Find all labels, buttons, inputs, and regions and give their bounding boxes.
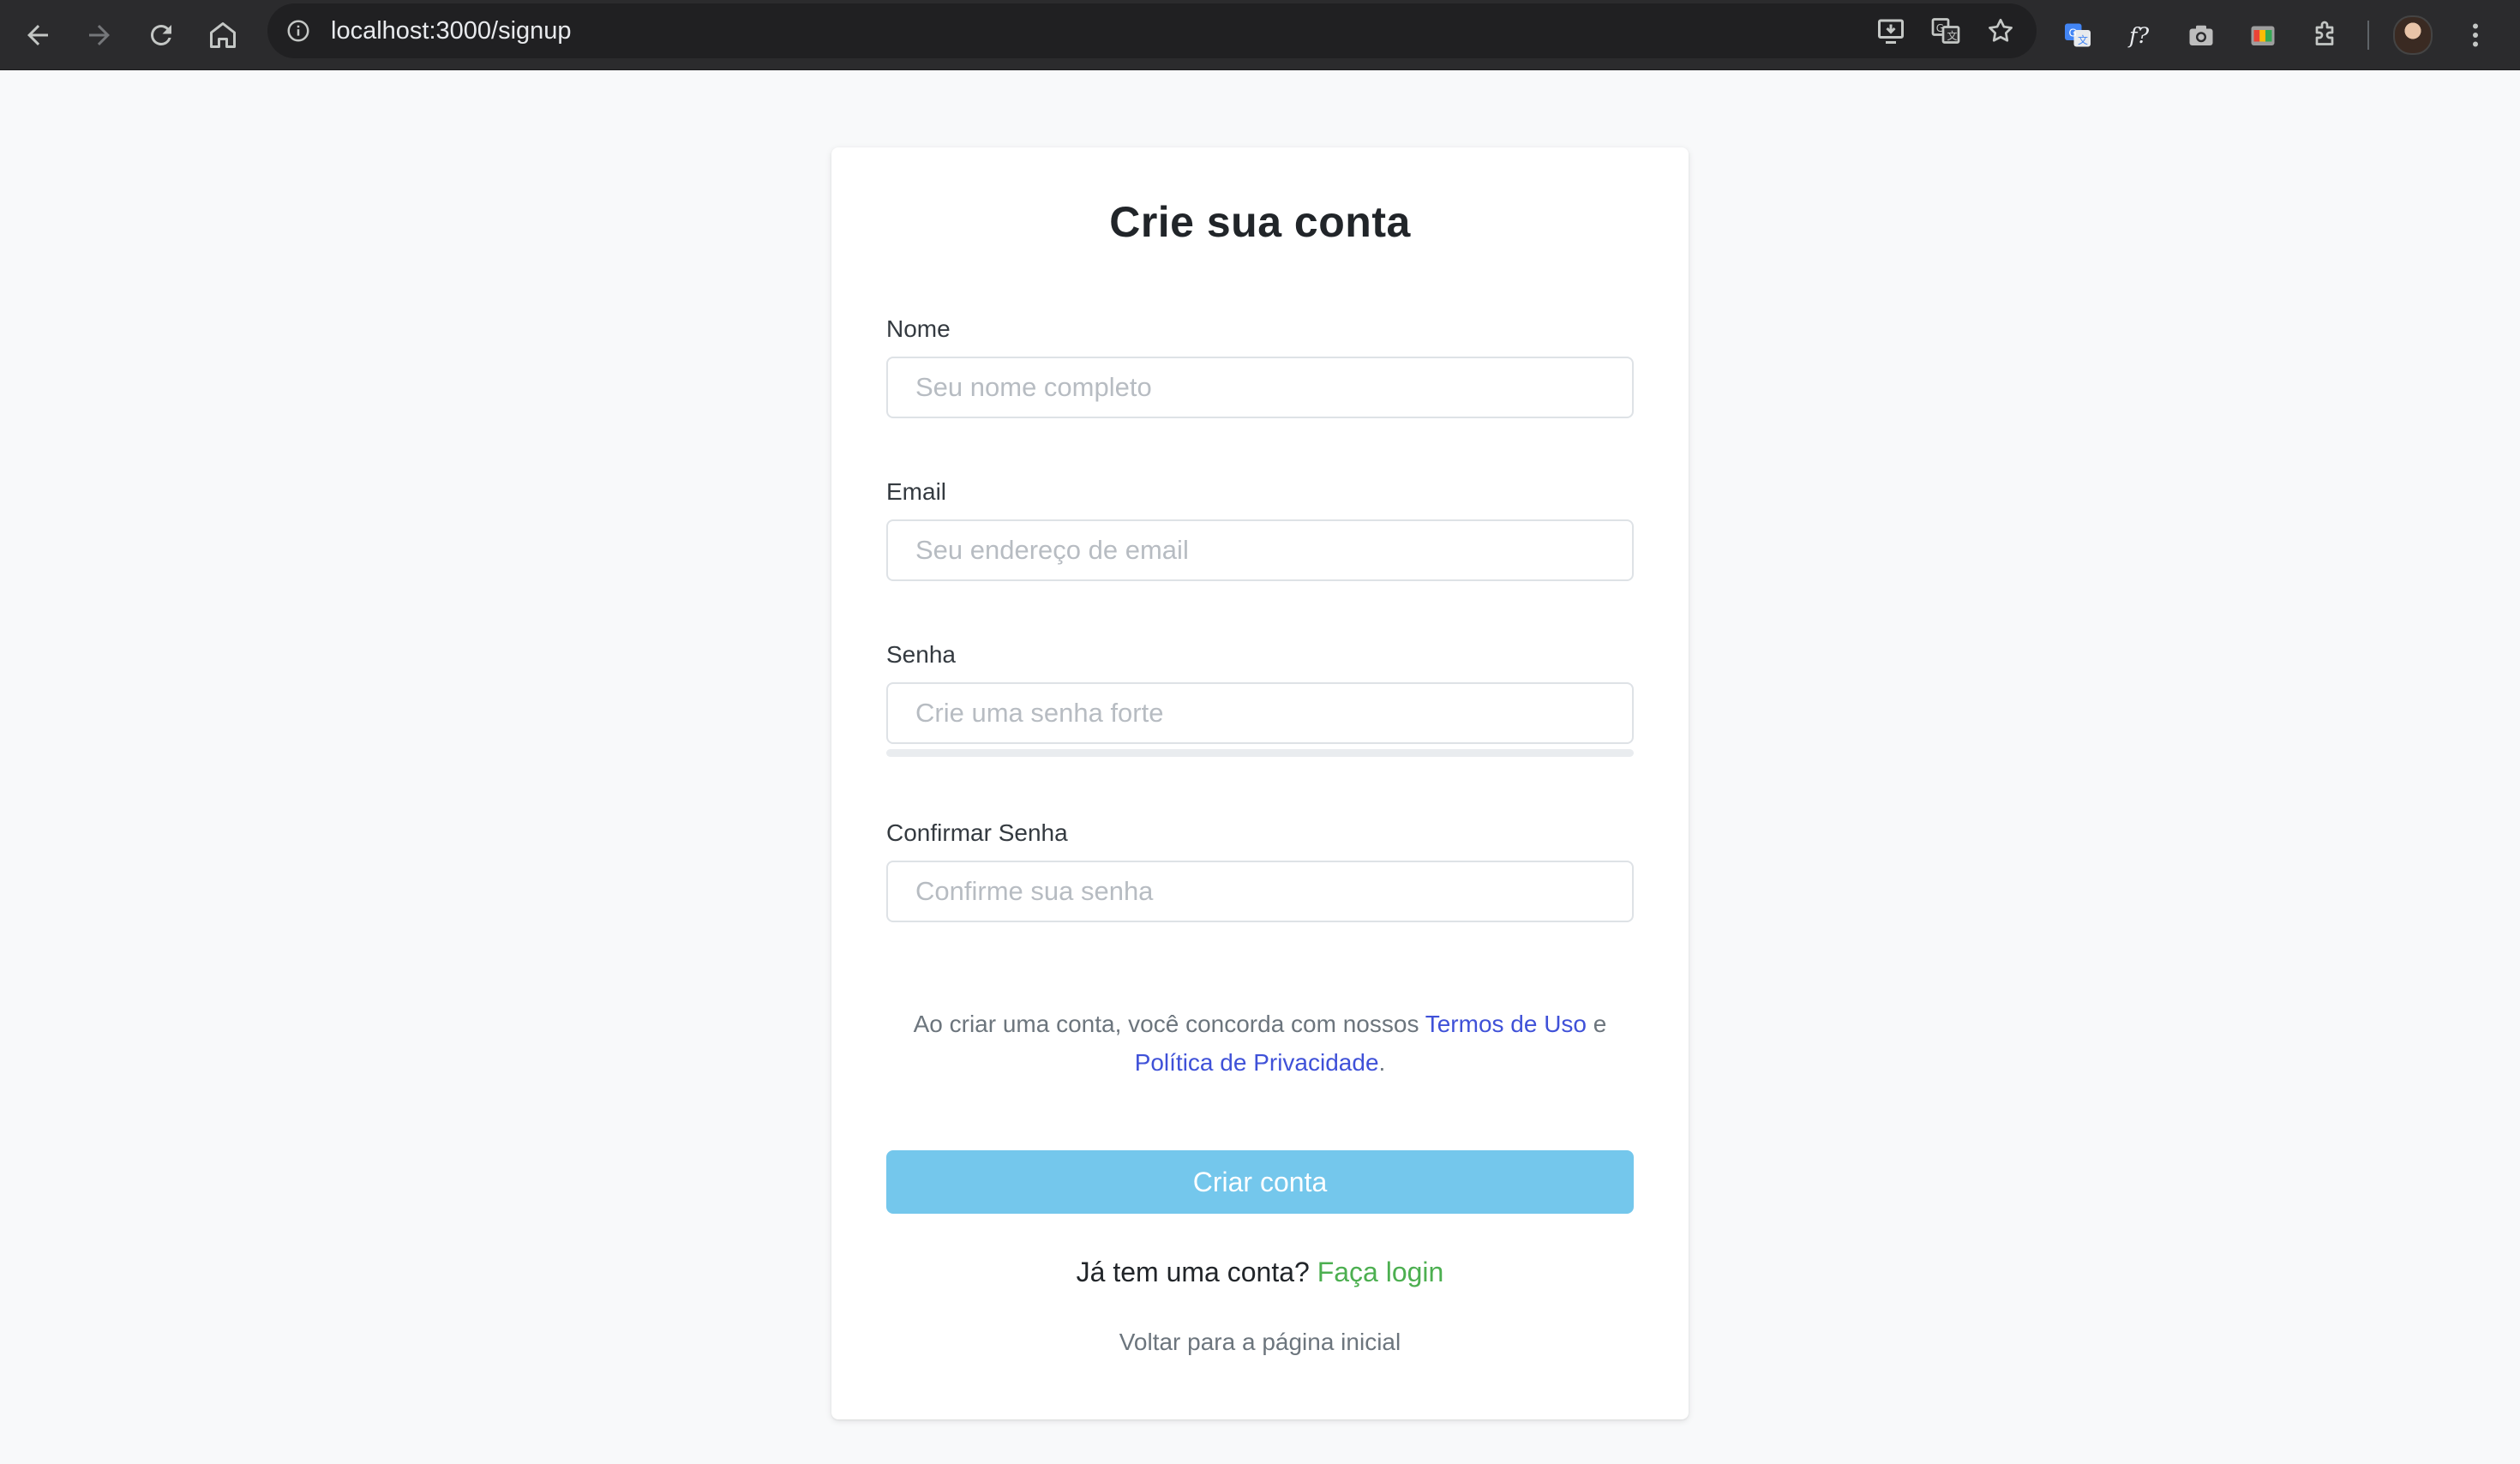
svg-text:f?: f? bbox=[2127, 23, 2149, 49]
terms-of-use-link[interactable]: Termos de Uso bbox=[1425, 1011, 1587, 1037]
info-icon bbox=[287, 20, 309, 42]
puzzle-icon bbox=[2315, 21, 2334, 45]
color-extension[interactable] bbox=[2244, 16, 2282, 54]
browser-menu-button[interactable] bbox=[2457, 16, 2494, 54]
email-label: Email bbox=[886, 478, 947, 505]
page-title: Crie sua conta bbox=[1109, 198, 1411, 246]
name-label: Nome bbox=[886, 315, 951, 342]
camera-extension[interactable] bbox=[2182, 16, 2220, 54]
terms-prefix: Ao criar uma conta, você concorda com no… bbox=[913, 1011, 1425, 1037]
password-strength-bar bbox=[886, 749, 1634, 757]
confirm-password-label: Confirmar Senha bbox=[886, 819, 1068, 846]
color-extension-icon bbox=[2251, 26, 2275, 45]
login-prompt-text: Já tem uma conta? bbox=[1076, 1257, 1317, 1287]
translate-button[interactable]: G 文 bbox=[1927, 12, 1965, 50]
signup-card: Crie sua conta Nome Email Senha Confirma… bbox=[831, 147, 1689, 1419]
password-input[interactable] bbox=[886, 682, 1634, 744]
terms-suffix: . bbox=[1378, 1049, 1386, 1076]
extensions-button[interactable] bbox=[2306, 16, 2343, 54]
svg-text:文: 文 bbox=[2078, 33, 2088, 46]
svg-text:文: 文 bbox=[1947, 29, 1958, 42]
login-prompt: Já tem uma conta? Faça login bbox=[831, 1257, 1689, 1288]
google-translate-extension-icon: G 文 bbox=[2065, 23, 2091, 47]
confirm-password-input[interactable] bbox=[886, 861, 1634, 922]
font-finder-extension[interactable]: f? bbox=[2121, 16, 2158, 54]
camera-extension-icon bbox=[2189, 25, 2213, 45]
arrow-right-icon bbox=[89, 25, 110, 45]
profile-avatar[interactable] bbox=[2393, 15, 2433, 55]
arrow-left-icon bbox=[27, 25, 48, 45]
toolbar-divider bbox=[2367, 21, 2369, 50]
home-button[interactable] bbox=[199, 11, 247, 59]
terms-notice: Ao criar uma conta, você concorda com no… bbox=[886, 1005, 1634, 1082]
font-finder-extension-icon: f? bbox=[2127, 23, 2149, 49]
password-label: Senha bbox=[886, 641, 956, 668]
back-to-home-link[interactable]: Voltar para a página inicial bbox=[831, 1329, 1689, 1356]
site-info-button[interactable] bbox=[279, 12, 317, 50]
browser-toolbar: localhost:3000/signup G 文 G 文 f? bbox=[0, 0, 2520, 70]
terms-connector: e bbox=[1587, 1011, 1607, 1037]
url-text[interactable]: localhost:3000/signup bbox=[331, 3, 572, 58]
install-app-button[interactable] bbox=[1872, 12, 1910, 50]
email-input[interactable] bbox=[886, 519, 1634, 581]
bookmark-button[interactable] bbox=[1982, 12, 2019, 50]
google-translate-extension[interactable]: G 文 bbox=[2059, 16, 2097, 54]
translate-icon: G 文 bbox=[1931, 18, 1960, 44]
home-icon bbox=[210, 22, 236, 48]
star-icon bbox=[1989, 18, 2013, 42]
kebab-menu-icon bbox=[2473, 23, 2478, 47]
login-link[interactable]: Faça login bbox=[1317, 1257, 1444, 1287]
svg-text:G: G bbox=[1936, 22, 1944, 34]
reload-button[interactable] bbox=[137, 11, 185, 59]
privacy-policy-link[interactable]: Política de Privacidade bbox=[1135, 1049, 1379, 1076]
name-input[interactable] bbox=[886, 357, 1634, 418]
reload-icon bbox=[151, 24, 171, 45]
back-button[interactable] bbox=[14, 11, 62, 59]
install-app-icon bbox=[1878, 19, 1904, 44]
create-account-button[interactable]: Criar conta bbox=[886, 1150, 1634, 1214]
svg-text:G: G bbox=[2069, 27, 2077, 39]
forward-button[interactable] bbox=[75, 11, 123, 59]
address-bar[interactable]: localhost:3000/signup G 文 bbox=[267, 3, 2037, 58]
